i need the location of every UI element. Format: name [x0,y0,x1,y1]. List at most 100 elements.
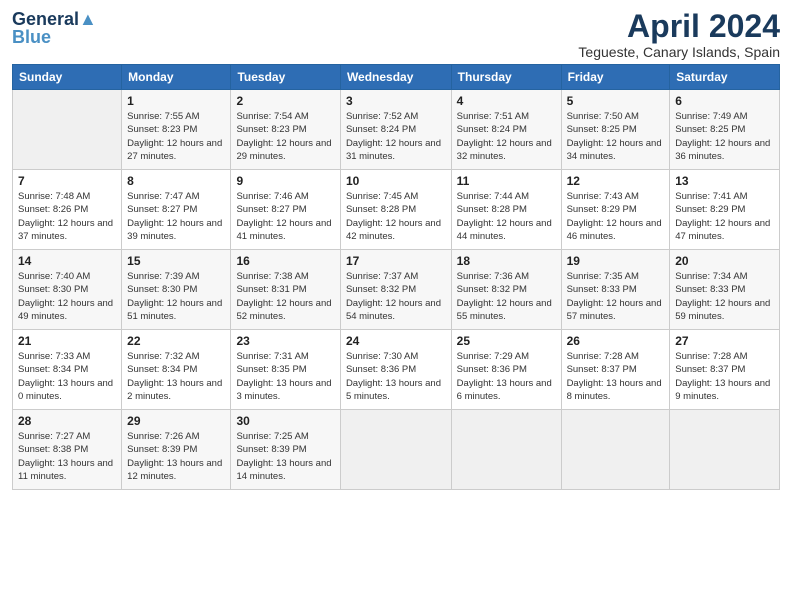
table-row: 3 Sunrise: 7:52 AMSunset: 8:24 PMDayligh… [340,90,451,170]
day-info: Sunrise: 7:34 AMSunset: 8:33 PMDaylight:… [675,270,774,323]
table-row: 29 Sunrise: 7:26 AMSunset: 8:39 PMDaylig… [122,410,231,490]
table-row: 15 Sunrise: 7:39 AMSunset: 8:30 PMDaylig… [122,250,231,330]
table-row: 21 Sunrise: 7:33 AMSunset: 8:34 PMDaylig… [13,330,122,410]
table-row [451,410,561,490]
day-info: Sunrise: 7:26 AMSunset: 8:39 PMDaylight:… [127,430,225,483]
calendar-week-row: 14 Sunrise: 7:40 AMSunset: 8:30 PMDaylig… [13,250,780,330]
day-info: Sunrise: 7:50 AMSunset: 8:25 PMDaylight:… [567,110,665,163]
day-number: 2 [236,94,334,108]
day-info: Sunrise: 7:36 AMSunset: 8:32 PMDaylight:… [457,270,556,323]
table-row: 11 Sunrise: 7:44 AMSunset: 8:28 PMDaylig… [451,170,561,250]
col-wednesday: Wednesday [340,65,451,90]
day-info: Sunrise: 7:55 AMSunset: 8:23 PMDaylight:… [127,110,225,163]
day-info: Sunrise: 7:41 AMSunset: 8:29 PMDaylight:… [675,190,774,243]
table-row: 27 Sunrise: 7:28 AMSunset: 8:37 PMDaylig… [670,330,780,410]
day-info: Sunrise: 7:40 AMSunset: 8:30 PMDaylight:… [18,270,116,323]
table-row [561,410,670,490]
table-row: 7 Sunrise: 7:48 AMSunset: 8:26 PMDayligh… [13,170,122,250]
day-info: Sunrise: 7:52 AMSunset: 8:24 PMDaylight:… [346,110,446,163]
day-number: 4 [457,94,556,108]
table-row: 13 Sunrise: 7:41 AMSunset: 8:29 PMDaylig… [670,170,780,250]
day-number: 11 [457,174,556,188]
day-number: 20 [675,254,774,268]
table-row: 6 Sunrise: 7:49 AMSunset: 8:25 PMDayligh… [670,90,780,170]
col-friday: Friday [561,65,670,90]
day-info: Sunrise: 7:25 AMSunset: 8:39 PMDaylight:… [236,430,334,483]
table-row: 19 Sunrise: 7:35 AMSunset: 8:33 PMDaylig… [561,250,670,330]
col-tuesday: Tuesday [231,65,340,90]
day-number: 12 [567,174,665,188]
day-info: Sunrise: 7:35 AMSunset: 8:33 PMDaylight:… [567,270,665,323]
day-info: Sunrise: 7:45 AMSunset: 8:28 PMDaylight:… [346,190,446,243]
page-subtitle: Tegueste, Canary Islands, Spain [578,44,780,60]
table-row: 12 Sunrise: 7:43 AMSunset: 8:29 PMDaylig… [561,170,670,250]
day-number: 26 [567,334,665,348]
day-info: Sunrise: 7:51 AMSunset: 8:24 PMDaylight:… [457,110,556,163]
day-info: Sunrise: 7:49 AMSunset: 8:25 PMDaylight:… [675,110,774,163]
day-number: 6 [675,94,774,108]
table-row: 9 Sunrise: 7:46 AMSunset: 8:27 PMDayligh… [231,170,340,250]
day-number: 5 [567,94,665,108]
calendar-table: Sunday Monday Tuesday Wednesday Thursday… [12,64,780,490]
table-row: 30 Sunrise: 7:25 AMSunset: 8:39 PMDaylig… [231,410,340,490]
day-number: 7 [18,174,116,188]
table-row: 14 Sunrise: 7:40 AMSunset: 8:30 PMDaylig… [13,250,122,330]
logo-blue: Blue [12,28,51,48]
day-info: Sunrise: 7:37 AMSunset: 8:32 PMDaylight:… [346,270,446,323]
table-row [13,90,122,170]
day-number: 28 [18,414,116,428]
day-info: Sunrise: 7:30 AMSunset: 8:36 PMDaylight:… [346,350,446,403]
table-row: 16 Sunrise: 7:38 AMSunset: 8:31 PMDaylig… [231,250,340,330]
day-number: 18 [457,254,556,268]
calendar-week-row: 21 Sunrise: 7:33 AMSunset: 8:34 PMDaylig… [13,330,780,410]
table-row: 17 Sunrise: 7:37 AMSunset: 8:32 PMDaylig… [340,250,451,330]
day-info: Sunrise: 7:47 AMSunset: 8:27 PMDaylight:… [127,190,225,243]
day-info: Sunrise: 7:31 AMSunset: 8:35 PMDaylight:… [236,350,334,403]
col-saturday: Saturday [670,65,780,90]
table-row: 1 Sunrise: 7:55 AMSunset: 8:23 PMDayligh… [122,90,231,170]
calendar-header-row: Sunday Monday Tuesday Wednesday Thursday… [13,65,780,90]
day-number: 21 [18,334,116,348]
day-info: Sunrise: 7:43 AMSunset: 8:29 PMDaylight:… [567,190,665,243]
day-number: 29 [127,414,225,428]
table-row [670,410,780,490]
main-container: General▲ Blue April 2024 Tegueste, Canar… [0,0,792,498]
day-number: 24 [346,334,446,348]
table-row: 22 Sunrise: 7:32 AMSunset: 8:34 PMDaylig… [122,330,231,410]
day-info: Sunrise: 7:38 AMSunset: 8:31 PMDaylight:… [236,270,334,323]
day-info: Sunrise: 7:39 AMSunset: 8:30 PMDaylight:… [127,270,225,323]
day-number: 13 [675,174,774,188]
page-title: April 2024 [578,10,780,42]
col-monday: Monday [122,65,231,90]
table-row: 8 Sunrise: 7:47 AMSunset: 8:27 PMDayligh… [122,170,231,250]
table-row: 5 Sunrise: 7:50 AMSunset: 8:25 PMDayligh… [561,90,670,170]
day-number: 23 [236,334,334,348]
calendar-week-row: 28 Sunrise: 7:27 AMSunset: 8:38 PMDaylig… [13,410,780,490]
day-info: Sunrise: 7:48 AMSunset: 8:26 PMDaylight:… [18,190,116,243]
table-row: 24 Sunrise: 7:30 AMSunset: 8:36 PMDaylig… [340,330,451,410]
table-row: 26 Sunrise: 7:28 AMSunset: 8:37 PMDaylig… [561,330,670,410]
table-row: 20 Sunrise: 7:34 AMSunset: 8:33 PMDaylig… [670,250,780,330]
table-row: 10 Sunrise: 7:45 AMSunset: 8:28 PMDaylig… [340,170,451,250]
day-number: 30 [236,414,334,428]
day-number: 22 [127,334,225,348]
day-info: Sunrise: 7:54 AMSunset: 8:23 PMDaylight:… [236,110,334,163]
day-info: Sunrise: 7:33 AMSunset: 8:34 PMDaylight:… [18,350,116,403]
day-number: 1 [127,94,225,108]
table-row: 23 Sunrise: 7:31 AMSunset: 8:35 PMDaylig… [231,330,340,410]
day-number: 25 [457,334,556,348]
col-sunday: Sunday [13,65,122,90]
day-info: Sunrise: 7:32 AMSunset: 8:34 PMDaylight:… [127,350,225,403]
table-row: 28 Sunrise: 7:27 AMSunset: 8:38 PMDaylig… [13,410,122,490]
table-row: 18 Sunrise: 7:36 AMSunset: 8:32 PMDaylig… [451,250,561,330]
day-info: Sunrise: 7:27 AMSunset: 8:38 PMDaylight:… [18,430,116,483]
day-number: 8 [127,174,225,188]
day-number: 3 [346,94,446,108]
col-thursday: Thursday [451,65,561,90]
header: General▲ Blue April 2024 Tegueste, Canar… [12,10,780,60]
day-info: Sunrise: 7:29 AMSunset: 8:36 PMDaylight:… [457,350,556,403]
calendar-week-row: 7 Sunrise: 7:48 AMSunset: 8:26 PMDayligh… [13,170,780,250]
day-number: 15 [127,254,225,268]
day-number: 9 [236,174,334,188]
table-row: 4 Sunrise: 7:51 AMSunset: 8:24 PMDayligh… [451,90,561,170]
